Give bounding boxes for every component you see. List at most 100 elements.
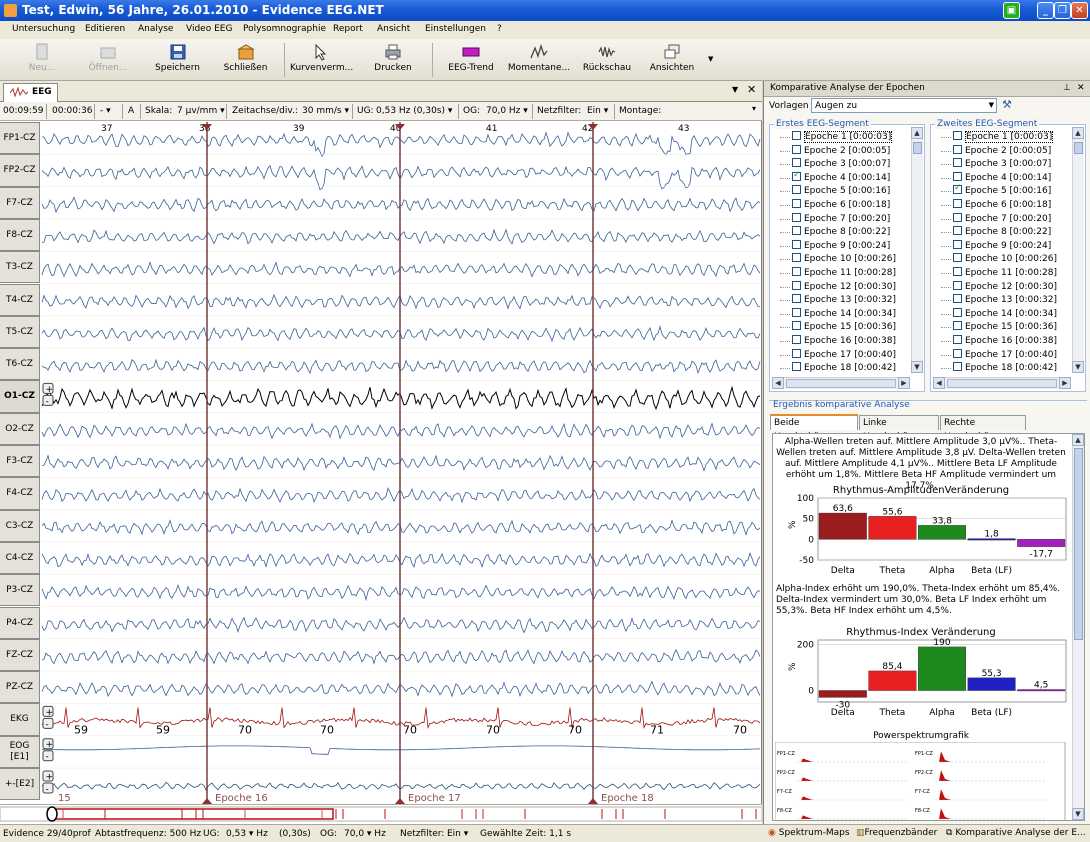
tab-frequenzbaender[interactable]: ▥Frequenzbänder [856,828,937,838]
toolbar-overflow-icon[interactable]: ▼ [708,55,713,63]
epoch-checkbox[interactable] [792,199,801,208]
channel-label-f4-cz[interactable]: F4-CZ [0,477,40,510]
epoch-checkbox[interactable] [953,144,962,154]
epoch-list-item[interactable]: Epoche 1 [0:00:03] [953,131,1054,144]
channel-label--e2-[interactable]: +-[E2] [0,768,40,801]
channel-label-o2-cz[interactable]: O2-CZ [0,412,40,445]
epoch-checkbox[interactable] [792,267,801,276]
menu-editieren[interactable]: Editieren [85,24,125,34]
epoch-list-item[interactable]: Epoche 1 [0:00:03] [792,131,893,144]
epoch-checkbox[interactable] [792,158,801,168]
close-button[interactable]: ✕ [1071,2,1088,19]
save-button[interactable]: Speichern [150,41,205,79]
epoch-list-item[interactable]: Epoche 9 [0:00:24] [953,239,1051,253]
epoch-checkbox[interactable] [953,171,962,181]
epoch-checkbox[interactable] [953,267,962,276]
epoch-checkbox[interactable] [953,362,962,372]
close-doc-button[interactable]: Schließen [218,41,273,79]
tab-eeg[interactable]: EEG [3,83,58,102]
epoch-checkbox[interactable] [953,183,962,195]
epoch-list-item[interactable]: Epoche 3 [0:00:07] [792,158,890,171]
open-button[interactable]: Öffnen... [82,41,134,79]
epoch-checkbox[interactable] [953,212,962,222]
epoch-list-item[interactable]: Epoche 18 [0:00:42] [953,362,1057,375]
epoch-list-item[interactable]: Epoche 9 [0:00:24] [792,239,890,253]
tab-linke-hemisphaere[interactable]: Linke Hemisphäre [859,415,939,442]
channel-label-f8-cz[interactable]: F8-CZ [0,218,40,252]
a-button[interactable]: A [128,106,134,116]
epoch-list-item[interactable]: Epoche 14 [0:00:34] [792,307,896,321]
epoch-list-item[interactable]: Epoche 4 [0:00:14] [792,170,890,185]
epoch-list-item[interactable]: Epoche 7 [0:00:20] [953,212,1051,226]
epoch-list-item[interactable]: Epoche 12 [0:00:30] [792,280,896,294]
og-dropdown[interactable]: 70,0 Hz ▾ [486,106,528,116]
epoch-navigator-track[interactable] [0,805,763,825]
pin-icon[interactable]: ⊥ [1063,81,1071,96]
channel-label-fz-cz[interactable]: FZ-CZ [0,638,40,672]
epoch-list-item[interactable]: Epoche 16 [0:00:38] [792,335,896,348]
epoch-checkbox[interactable] [953,321,962,331]
channel-label-t5-cz[interactable]: T5-CZ [0,315,40,349]
epoch-checkbox[interactable] [953,307,962,317]
tab-beide-hemisphaeren[interactable]: Beide Hemisphären [770,414,858,442]
epoch-checkbox[interactable] [792,253,801,263]
epoch-checkbox[interactable] [792,185,801,195]
epoch-checkbox[interactable] [792,362,801,372]
epoch-list-item[interactable]: Epoche 15 [0:00:36] [953,321,1057,334]
epoch-checkbox[interactable] [953,226,962,236]
epoch-list-item[interactable]: Epoche 13 [0:00:32] [792,294,896,307]
epoch-list-item[interactable]: Epoche 14 [0:00:34] [953,307,1057,321]
epoch-checkbox[interactable] [792,335,801,344]
epoch-checkbox[interactable] [953,158,962,168]
eeg-trend-button[interactable]: EEG-Trend [442,41,500,79]
epoch-list-item[interactable]: Epoche 8 [0:00:22] [953,226,1051,239]
print-button[interactable]: Drucken [368,41,418,79]
channel-label-o1-cz[interactable]: O1-CZ [0,380,40,413]
status-ug-dropdown[interactable]: 0,53 ▾ Hz [226,829,268,839]
epoch-list-item[interactable]: Epoche 15 [0:00:36] [792,321,896,334]
epoch-checkbox[interactable] [792,321,801,331]
first-list-hscrollbar[interactable]: ◀ ▶ [772,377,910,389]
ug-dropdown[interactable]: 0,53 Hz (0,30s) ▾ [376,106,452,116]
epoch-list-item[interactable]: Epoche 18 [0:00:42] [792,362,896,375]
epoch-checkbox[interactable] [953,253,962,263]
epoch-list-item[interactable]: Epoche 11 [0:00:28] [792,267,896,280]
eeg-waveforms[interactable]: 37 38 39 40 41 42 4359 59 70 70 70 70 70 71 7015 Epoche… [0,122,762,804]
epoch-list-item[interactable]: Epoche 4 [0:00:14] [953,171,1051,185]
epoch-checkbox[interactable] [792,307,801,317]
epoch-list-item[interactable]: Epoche 10 [0:00:26] [792,253,896,266]
channel-label-ekg[interactable]: EKG [0,703,40,736]
sensitivity-dropdown[interactable]: - ▾ [100,106,111,116]
second-list-hscrollbar[interactable]: ◀ ▶ [933,377,1071,389]
vorlagen-select[interactable]: Augen zu ▼ [811,98,997,113]
epoch-checkbox[interactable] [792,212,801,222]
status-og-dropdown[interactable]: 70,0 ▾ Hz [344,829,386,839]
epoch-navigator[interactable] [0,804,763,825]
epoch-list-item[interactable]: Epoche 11 [0:00:28] [953,267,1057,280]
ansichten-button[interactable]: Ansichten [644,41,700,79]
minimize-button[interactable]: _ [1037,2,1054,19]
epoch-checkbox[interactable] [953,348,962,358]
epoch-list-item[interactable]: Epoche 2 [0:00:05] [792,144,890,158]
epoch-checkbox[interactable] [953,335,962,344]
epoch-list-item[interactable]: Epoche 7 [0:00:20] [792,212,890,226]
epoch-checkbox[interactable] [953,239,962,249]
epoch-checkbox[interactable] [953,294,962,304]
epoch-list-item[interactable]: Epoche 6 [0:00:18] [953,199,1051,212]
epoch-checkbox[interactable] [792,280,801,290]
channel-label-t6-cz[interactable]: T6-CZ [0,348,40,381]
menu-help[interactable]: ? [497,24,502,34]
tray-icon[interactable]: ▣ [1003,2,1020,19]
epoch-checkbox[interactable] [953,131,962,140]
menu-polysomnographie[interactable]: Polysomnographie [243,24,326,34]
menu-video-eeg[interactable]: Video EEG [186,24,232,34]
panel-close-icon[interactable]: ✕ [1077,81,1085,96]
epoch-list-item[interactable]: Epoche 3 [0:00:07] [953,158,1051,171]
panel-close-icon[interactable]: ✕ [747,83,756,96]
epoch-list-item[interactable]: Epoche 2 [0:00:05] [953,144,1051,158]
controls-overflow-icon[interactable]: ▾ [752,104,756,113]
new-button[interactable]: Neu... [18,41,66,79]
kurvenverm-button[interactable]: Kurvenverm... [290,41,353,79]
epoch-list-item[interactable]: Epoche 17 [0:00:40] [953,348,1057,362]
menu-ansicht[interactable]: Ansicht [377,24,410,34]
